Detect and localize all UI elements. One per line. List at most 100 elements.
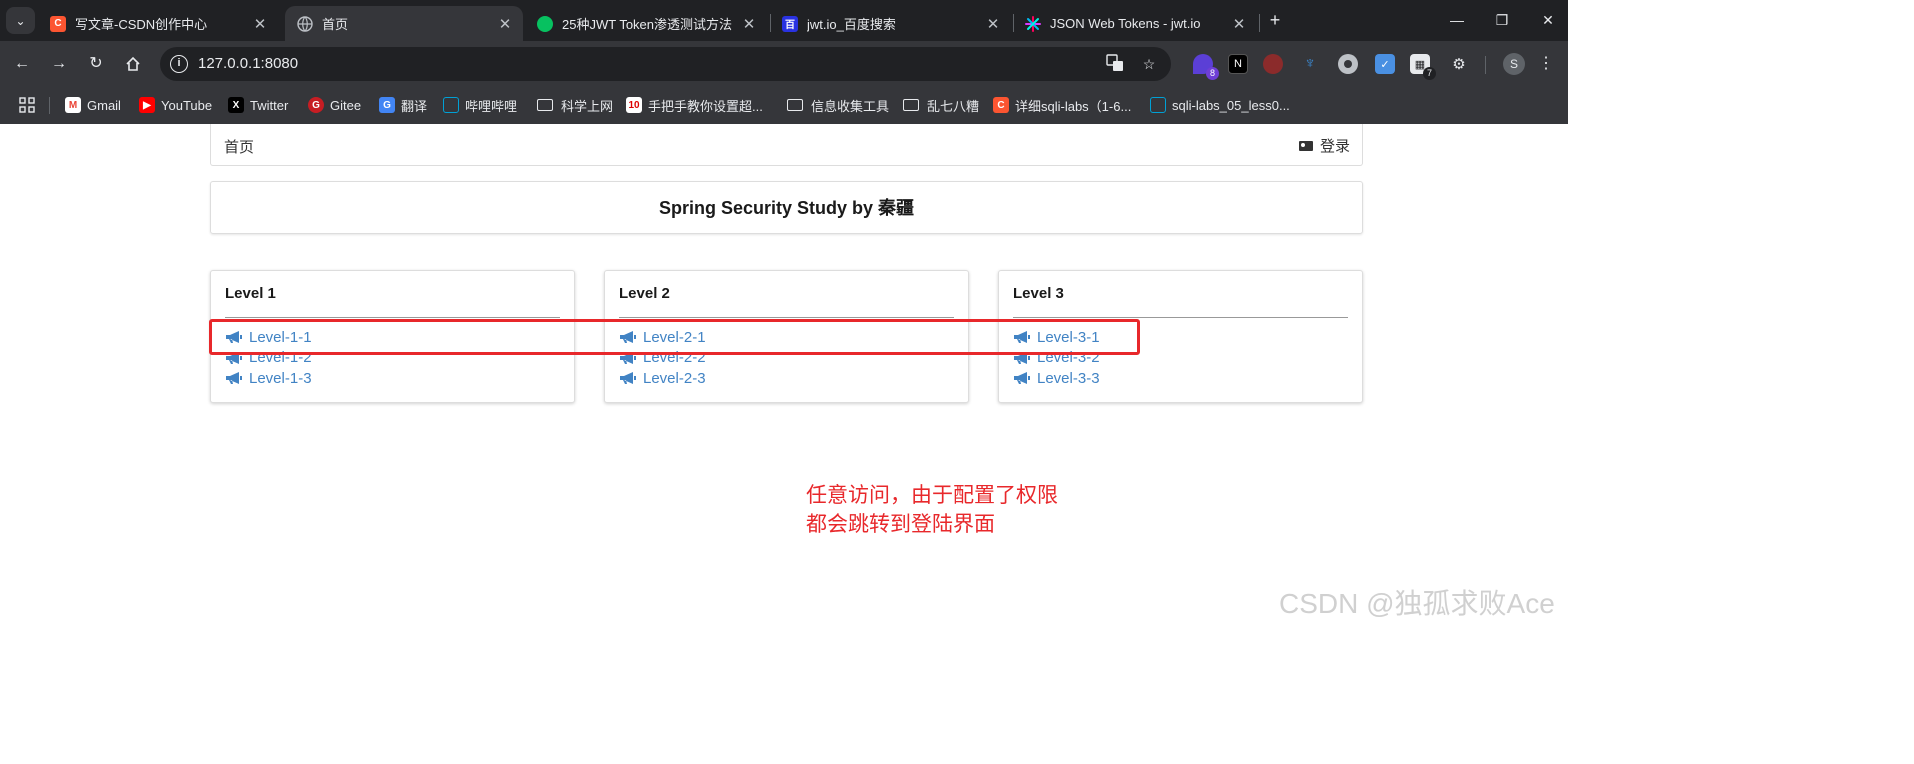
watermark: CSDN @独孤求败Ace [1279, 588, 1555, 619]
translate-icon[interactable] [1105, 54, 1125, 74]
more-menu-icon[interactable]: ⋮ [1538, 52, 1554, 76]
divider [1013, 317, 1348, 318]
bullhorn-icon [620, 372, 636, 385]
folder-icon [903, 99, 919, 111]
restore-button[interactable]: ❐ [1487, 8, 1517, 32]
bookmark-youtube[interactable]: ▶ YouTube [139, 95, 212, 115]
divider [619, 317, 954, 318]
arrow-right-icon: → [51, 55, 67, 72]
tab-csdn-editor[interactable]: C 写文章-CSDN创作中心 ✕ [38, 6, 278, 41]
folder-icon [787, 99, 803, 111]
nav-home-link[interactable]: 首页 [224, 136, 254, 157]
close-icon[interactable]: ✕ [1229, 15, 1249, 33]
card-title: Level 2 [619, 285, 670, 302]
bookmark-10-icon: 10 [626, 97, 642, 113]
nav-login-link[interactable]: 登录 [1298, 135, 1350, 156]
address-bar[interactable]: i 127.0.0.1:8080 ☆ [160, 47, 1171, 81]
id-card-icon [1298, 140, 1313, 151]
level-link[interactable]: Level-2-2 [619, 348, 706, 369]
level-link[interactable]: Level-1-3 [225, 368, 312, 389]
bookmark-translate[interactable]: G 翻译 [379, 95, 427, 115]
card-title: Level 1 [225, 285, 276, 302]
csdn-icon: C [50, 15, 66, 32]
level-link[interactable]: Level-2-1 [619, 327, 706, 348]
level-link[interactable]: Level-3-1 [1013, 327, 1100, 348]
folder-icon [537, 99, 553, 111]
bullhorn-icon [226, 372, 242, 385]
new-tab-button[interactable]: + [1264, 9, 1286, 31]
bookmark-bilibili[interactable]: 哔哩哔哩 [443, 95, 517, 115]
restore-icon: ❐ [1495, 12, 1509, 28]
gmail-icon: M [65, 97, 81, 113]
url-text[interactable]: 127.0.0.1:8080 [198, 55, 298, 72]
level-link[interactable]: Level-2-3 [619, 368, 706, 389]
extensions-puzzle-icon[interactable]: ⚙ [1449, 54, 1469, 74]
bullhorn-icon [620, 331, 636, 344]
extension-circle-icon[interactable] [1338, 54, 1358, 74]
extension-qr-icon[interactable]: ▦ 7 [1410, 54, 1436, 80]
browser-toolbar: ← → ↻ i 127.0.0.1:8080 ☆ 8 N ♆ ✓ ▦ 7 ⚙ S… [0, 41, 1568, 87]
jwt-icon [1025, 15, 1041, 32]
level-link[interactable]: Level-1-1 [225, 327, 312, 348]
globe-icon [297, 15, 313, 32]
level-card-3: Level 3 Level-3-1 Level-3-2 Level-3-3 [998, 270, 1363, 403]
tab-baidu-search[interactable]: 百 jwt.io_百度搜索 ✕ [770, 6, 1011, 41]
bilibili-icon [443, 97, 459, 113]
tab-search-button[interactable]: ⌄ [6, 7, 35, 34]
tab-home[interactable]: 首页 ✕ [285, 6, 523, 41]
csdn-icon: C [993, 97, 1009, 113]
close-icon[interactable]: ✕ [739, 15, 759, 33]
bullhorn-icon [1014, 331, 1030, 344]
tab-strip: ⌄ C 写文章-CSDN创作中心 ✕ 首页 ✕ 25种JWT Token渗透测试… [0, 0, 1568, 41]
bookmark-folder-kexue[interactable]: 科学上网 [537, 95, 613, 115]
close-icon: ✕ [1542, 12, 1554, 28]
bookmark-twitter[interactable]: X Twitter [228, 95, 288, 115]
link-list: Level-2-1 Level-2-2 Level-2-3 [619, 327, 706, 389]
site-info-icon[interactable]: i [170, 55, 188, 73]
home-button[interactable] [121, 52, 145, 76]
bullhorn-icon [226, 331, 242, 344]
bookmark-folder-info[interactable]: 信息收集工具 [787, 95, 889, 115]
site-navbar: 首页 登录 [210, 124, 1363, 166]
extension-notion-icon[interactable]: N [1228, 54, 1248, 74]
level-link[interactable]: Level-3-2 [1013, 348, 1100, 369]
plus-icon: + [1269, 10, 1281, 30]
bookmark-separator [49, 97, 50, 114]
extension-purple-icon[interactable]: 8 [1193, 54, 1219, 80]
close-icon[interactable]: ✕ [983, 15, 1003, 33]
tab-jwt-pentest[interactable]: 25种JWT Token渗透测试方法 ✕ [525, 6, 767, 41]
star-icon[interactable]: ☆ [1139, 54, 1159, 74]
level-link[interactable]: Level-3-3 [1013, 368, 1100, 389]
close-icon[interactable]: ✕ [250, 15, 270, 33]
extension-hacker-icon[interactable] [1263, 54, 1283, 74]
bookmark-sqli-csdn[interactable]: C 详细sqli-labs（1-6... [993, 95, 1131, 115]
apps-button[interactable] [19, 95, 35, 115]
extension-wappalyzer-icon[interactable]: ♆ [1300, 54, 1320, 74]
bookmark-sqli-bilibili[interactable]: sqli-labs_05_less0... [1150, 95, 1290, 115]
page-title: Spring Security Study by 秦疆 [210, 181, 1363, 234]
bullhorn-icon [226, 351, 242, 364]
bookmark-folder-misc[interactable]: 乱七八糟 [903, 95, 979, 115]
reload-button[interactable]: ↻ [84, 52, 108, 76]
back-button[interactable]: ← [10, 52, 34, 76]
bookmarks-bar: M Gmail ▶ YouTube X Twitter G Gitee G 翻译… [0, 87, 1568, 124]
level-link[interactable]: Level-1-2 [225, 348, 312, 369]
bookmark-gmail[interactable]: M Gmail [65, 95, 121, 115]
close-window-button[interactable]: ✕ [1533, 8, 1563, 32]
tab-jwt-io[interactable]: JSON Web Tokens - jwt.io ✕ [1013, 6, 1257, 41]
home-icon [126, 56, 140, 71]
tab-separator [1259, 14, 1260, 32]
gitee-icon: G [308, 97, 324, 113]
extension-blue-icon[interactable]: ✓ [1375, 54, 1395, 74]
link-list: Level-1-1 Level-1-2 Level-1-3 [225, 327, 312, 389]
close-icon[interactable]: ✕ [495, 15, 515, 33]
minimize-icon: — [1450, 12, 1464, 28]
bookmark-gitee[interactable]: G Gitee [308, 95, 361, 115]
minimize-button[interactable]: — [1442, 8, 1472, 32]
link-list: Level-3-1 Level-3-2 Level-3-3 [1013, 327, 1100, 389]
forward-button[interactable]: → [47, 52, 71, 76]
divider [225, 317, 560, 318]
card-title: Level 3 [1013, 285, 1064, 302]
profile-avatar[interactable]: S [1503, 53, 1525, 75]
bookmark-tutorial[interactable]: 10 手把手教你设置超... [626, 95, 763, 115]
